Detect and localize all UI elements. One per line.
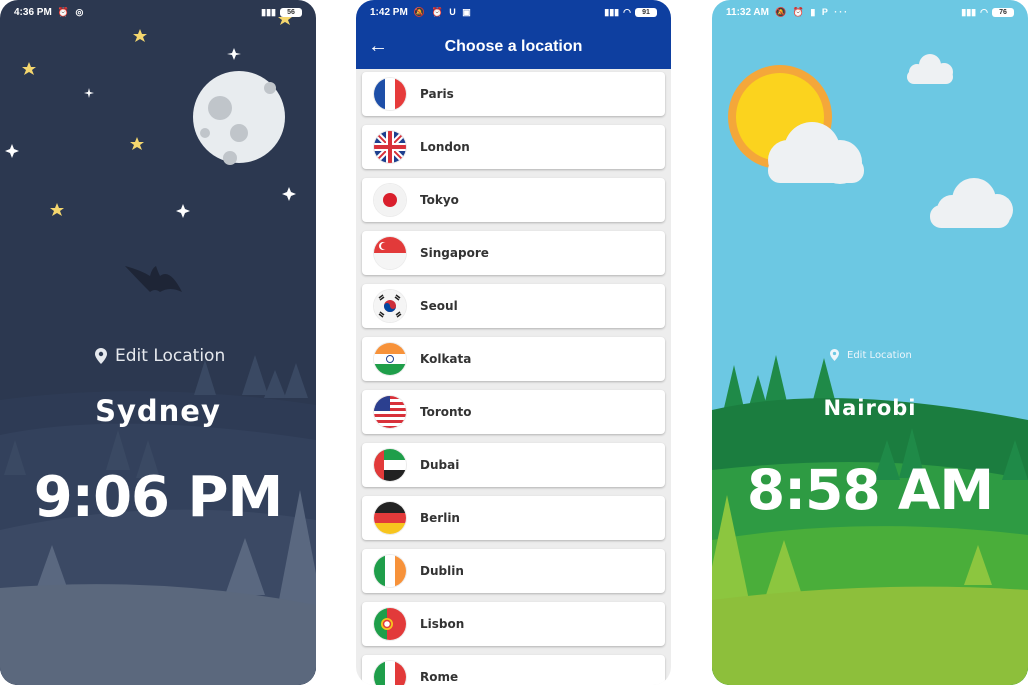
- location-list: Paris London Tokyo Singapore Seoul Kolkata Tor…: [362, 72, 665, 685]
- singapore-flag-icon: [374, 237, 406, 269]
- cloud-icon: [930, 178, 1013, 228]
- edit-location-label: Edit Location: [115, 346, 226, 366]
- france-flag-icon: [374, 78, 406, 110]
- location-pin-icon: [830, 349, 839, 361]
- ireland-flag-icon: [374, 555, 406, 587]
- page-title: Choose a location: [444, 37, 583, 55]
- location-item-paris[interactable]: Paris: [362, 72, 665, 116]
- location-item-seoul[interactable]: Seoul: [362, 284, 665, 328]
- location-item-toronto[interactable]: Toronto: [362, 390, 665, 434]
- location-name: Rome: [420, 670, 459, 684]
- wifi-icon: ◠: [980, 6, 988, 17]
- night-screen: 4:36 PM ⏰ ◎ ▮▮▮ 56 Edit Location Sydney …: [0, 0, 316, 685]
- location-name: Toronto: [420, 405, 472, 419]
- location-item-rome[interactable]: Rome: [362, 655, 665, 685]
- location-name: Berlin: [420, 511, 460, 525]
- day-screen: 11:32 AM 🔕 ⏰ ▮ P ··· ▮▮▮ ◠ 76 Nairobi 8:…: [712, 0, 1028, 685]
- status-icons: 🔕 ⏰ U ▣: [413, 6, 473, 17]
- battery-icon: 76: [992, 7, 1014, 17]
- location-list-screen: 1:42 PM 🔕 ⏰ U ▣ ▮▮▮ ◠ 91 ← Choose a loca…: [356, 0, 671, 685]
- location-item-dublin[interactable]: Dublin: [362, 549, 665, 593]
- moon-icon: [193, 71, 285, 165]
- signal-icon: ▮▮▮: [604, 6, 620, 17]
- battery-icon: 56: [280, 7, 302, 17]
- day-scene-illustration: [712, 54, 1028, 685]
- app-bar: ← Choose a location: [356, 24, 671, 69]
- status-bar: 4:36 PM ⏰ ◎ ▮▮▮ 56: [0, 0, 316, 24]
- italy-flag-icon: [374, 661, 406, 685]
- location-name: Dublin: [420, 564, 464, 578]
- location-name: London: [420, 140, 470, 154]
- japan-flag-icon: [374, 184, 406, 216]
- south-korea-flag-icon: [374, 290, 406, 322]
- usa-flag-icon: [374, 396, 406, 428]
- location-item-dubai[interactable]: Dubai: [362, 443, 665, 487]
- signal-icon: ▮▮▮: [961, 6, 977, 17]
- location-item-london[interactable]: London: [362, 125, 665, 169]
- current-time: 9:06 PM: [33, 465, 284, 530]
- edit-location-button[interactable]: Edit Location: [830, 349, 912, 361]
- arrow-back-icon[interactable]: ←: [356, 35, 400, 58]
- status-time: 4:36 PM: [14, 6, 52, 18]
- status-time: 11:32 AM: [726, 6, 769, 18]
- wifi-icon: ◠: [623, 6, 631, 17]
- location-name: Seoul: [420, 299, 458, 313]
- location-name: Paris: [420, 87, 454, 101]
- edit-location-button[interactable]: Edit Location: [95, 346, 225, 366]
- location-name: Singapore: [420, 246, 489, 260]
- bat-icon: [125, 266, 182, 292]
- status-icons: 🔕 ⏰ ▮ P ···: [774, 6, 850, 17]
- location-name: Lisbon: [420, 617, 465, 631]
- location-item-singapore[interactable]: Singapore: [362, 231, 665, 275]
- location-pin-icon: [95, 348, 107, 364]
- location-item-tokyo[interactable]: Tokyo: [362, 178, 665, 222]
- city-name: Nairobi: [823, 396, 917, 420]
- location-item-berlin[interactable]: Berlin: [362, 496, 665, 540]
- current-time: 8:58 AM: [746, 458, 994, 522]
- portugal-flag-icon: [374, 608, 406, 640]
- location-item-kolkata[interactable]: Kolkata: [362, 337, 665, 381]
- status-bar: 1:42 PM 🔕 ⏰ U ▣ ▮▮▮ ◠ 91: [356, 0, 671, 24]
- location-name: Dubai: [420, 458, 460, 472]
- status-time: 1:42 PM: [370, 6, 408, 18]
- location-name: Kolkata: [420, 352, 472, 366]
- status-icons: ⏰ ◎: [57, 6, 86, 17]
- status-bar: 11:32 AM 🔕 ⏰ ▮ P ··· ▮▮▮ ◠ 76: [712, 0, 1028, 24]
- cloud-icon: [907, 54, 953, 84]
- uae-flag-icon: [374, 449, 406, 481]
- battery-icon: 91: [635, 7, 657, 17]
- germany-flag-icon: [374, 502, 406, 534]
- night-scene-illustration: [0, 12, 316, 685]
- uk-flag-icon: [374, 131, 406, 163]
- location-item-lisbon[interactable]: Lisbon: [362, 602, 665, 646]
- location-name: Tokyo: [420, 193, 459, 207]
- india-flag-icon: [374, 343, 406, 375]
- edit-location-label: Edit Location: [847, 349, 912, 361]
- signal-icon: ▮▮▮: [261, 6, 276, 17]
- city-name: Sydney: [95, 394, 221, 428]
